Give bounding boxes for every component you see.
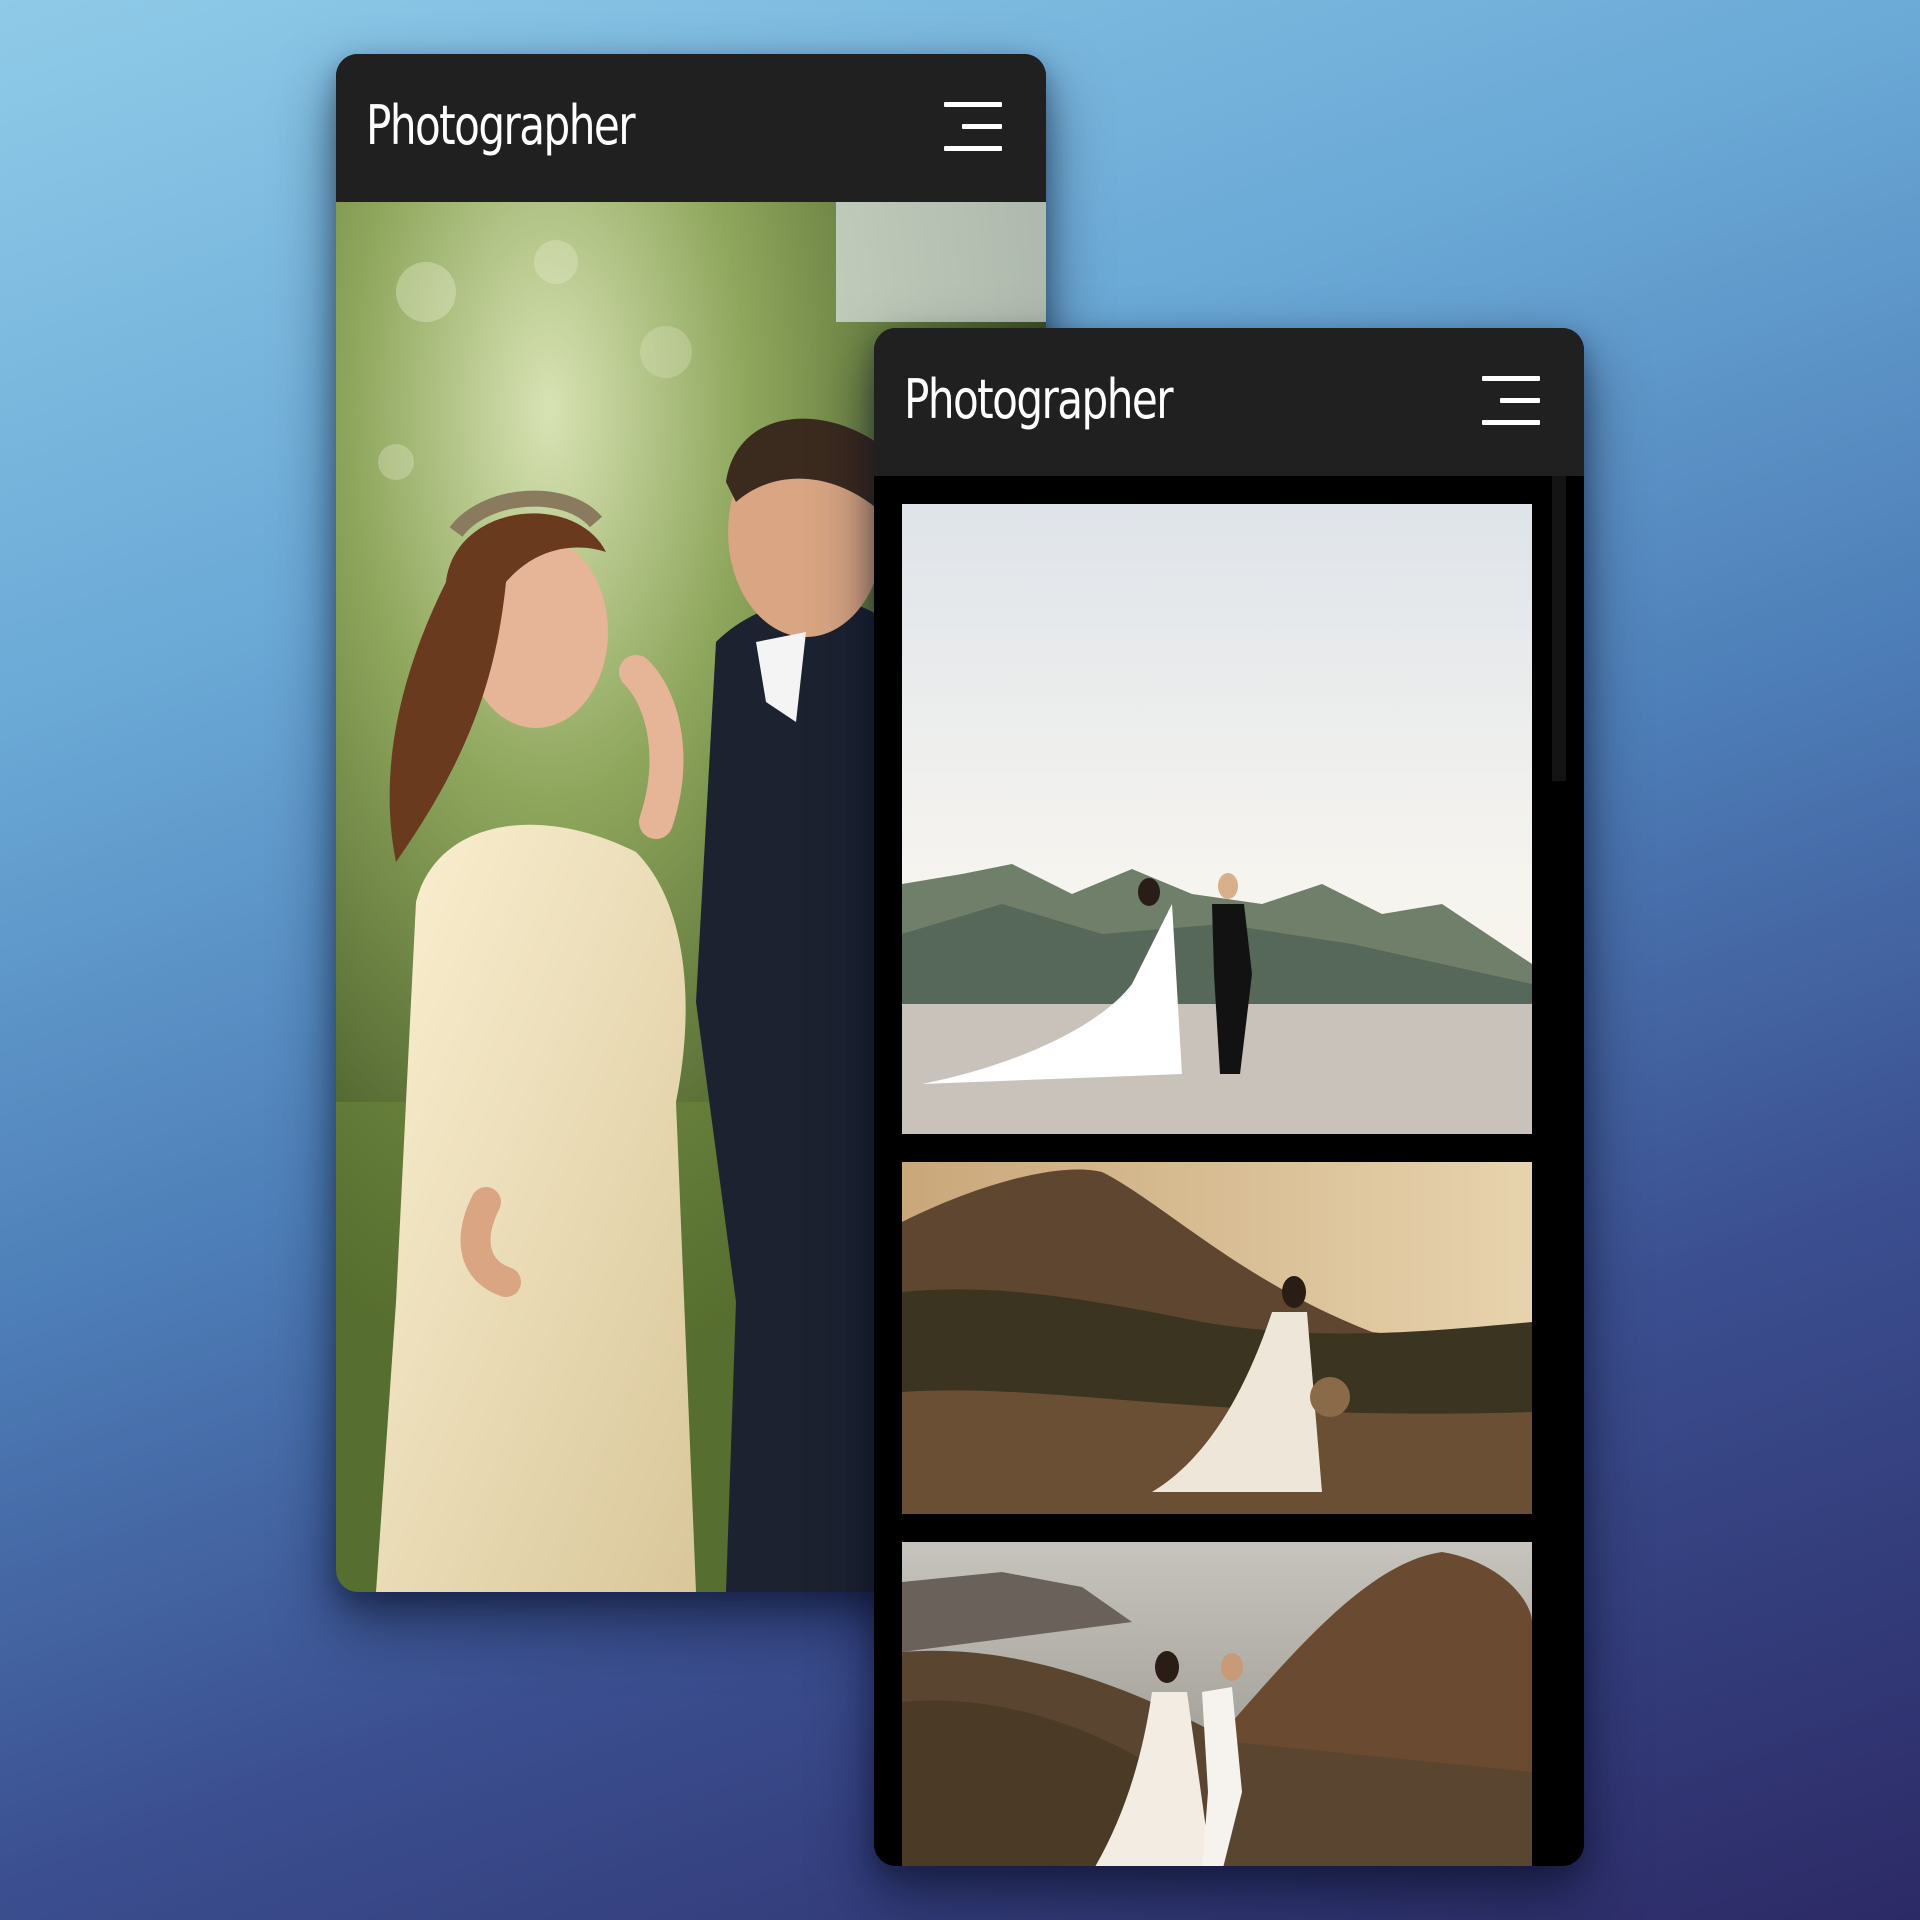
- photo-gallery: [874, 476, 1584, 1866]
- gallery-photo[interactable]: [902, 1162, 1532, 1514]
- couple-walking-mountain-photo: [902, 504, 1532, 1134]
- app-header: Photographer: [874, 328, 1584, 476]
- bride-on-hill-photo: [902, 1162, 1532, 1514]
- brand-title[interactable]: Photographer: [904, 368, 1174, 431]
- hamburger-menu-icon[interactable]: [1480, 376, 1540, 426]
- hamburger-menu-icon[interactable]: [942, 102, 1002, 152]
- couple-running-hillside-photo: [902, 1542, 1532, 1866]
- gallery-photo[interactable]: [902, 1542, 1532, 1866]
- gallery-photo[interactable]: [902, 504, 1532, 1134]
- phone-screen-front: Photographer: [874, 328, 1584, 1866]
- brand-title[interactable]: Photographer: [366, 94, 636, 157]
- scrollbar[interactable]: [1552, 476, 1566, 781]
- app-header: Photographer: [336, 54, 1046, 202]
